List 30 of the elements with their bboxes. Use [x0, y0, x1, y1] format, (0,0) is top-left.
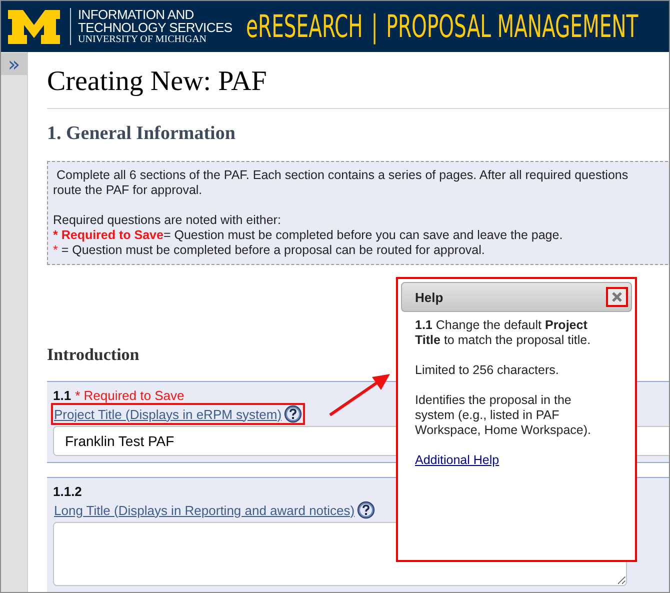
annotation-arrow	[328, 371, 392, 419]
expand-sidebar-button[interactable]: »	[1, 53, 27, 75]
legend-line: * = Question must be completed before a proposal can be routed for approval.	[53, 243, 486, 258]
org-name: INFORMATION AND	[78, 8, 195, 21]
close-icon	[612, 292, 622, 302]
block-m-logo	[8, 10, 60, 44]
required-label: * Required to Save	[75, 388, 184, 403]
subsection-heading: Introduction	[47, 345, 140, 365]
section-heading: 1. General Information	[47, 123, 236, 145]
module-name: PROPOSAL MANAGEMENT	[386, 8, 638, 44]
page-title: Creating New: PAF	[47, 66, 669, 109]
question-number: 1.1	[53, 388, 72, 403]
question-label-link[interactable]: Long Title (Displays in Reporting and award notices)	[54, 502, 355, 518]
university-name: UNIVERSITY OF MICHIGAN	[78, 34, 208, 45]
help-title: Help	[415, 290, 444, 304]
instructions-text: route the PAF for approval.	[53, 183, 204, 198]
instructions-text: Complete all 6 sections of the PAF. Each section contains a series of pages. After all required questions	[55, 168, 630, 183]
legend-intro: Required questions are noted with either:	[53, 213, 282, 228]
help-text: 1.1 Change the default Project Title to match the proposal title.	[415, 318, 592, 348]
help-icon[interactable]	[284, 405, 302, 423]
question-number: 1.1.2	[53, 484, 82, 499]
close-button[interactable]	[606, 287, 628, 307]
app-name: eRESEARCH	[246, 8, 363, 44]
help-icon[interactable]	[356, 501, 375, 519]
additional-help-link[interactable]: Additional Help	[415, 453, 500, 467]
org-name: TECHNOLOGY SERVICES	[78, 21, 232, 34]
question-label-link[interactable]: Project Title (Displays in eRPM system)	[54, 406, 282, 422]
help-text: Limited to 256 characters.	[415, 363, 560, 378]
legend-line: * Required to Save= Question must be completed before you can save and leave the page.	[53, 228, 564, 243]
title-separator: |	[371, 8, 378, 44]
